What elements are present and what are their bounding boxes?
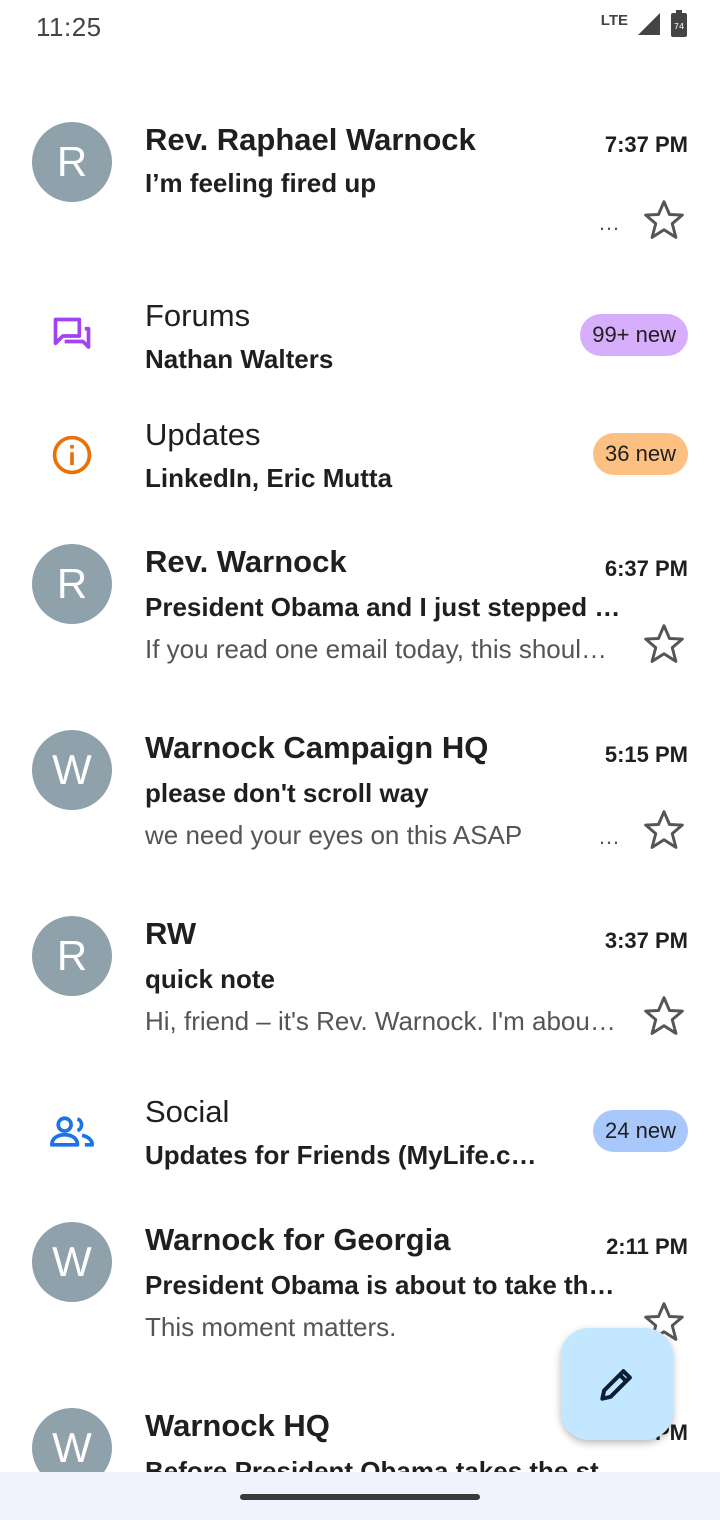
- email-time: 7:37 PM: [604, 132, 688, 157]
- compose-button[interactable]: Compose: [561, 1328, 673, 1440]
- category-row-forums[interactable]: Forums Nathan Walters 99+ new: [0, 292, 720, 392]
- network-type: LTE: [600, 11, 628, 29]
- info-icon: [46, 429, 98, 481]
- people-icon: [46, 1106, 98, 1158]
- new-count-badge: 24 new: [593, 1110, 688, 1152]
- email-preview: we need your eyes on this ASAP: [145, 820, 523, 850]
- avatar[interactable]: R: [32, 122, 112, 202]
- status-icons: LTE 74: [601, 10, 688, 38]
- email-sender: Rev. Raphael Warnock: [145, 122, 476, 157]
- status-time: 11:25: [36, 12, 102, 42]
- email-row[interactable]: R RW 3:37 PM quick note Hi, friend – it'…: [0, 904, 720, 1064]
- email-subject: Before President Obama takes the stage: [145, 1456, 625, 1472]
- inbox-list[interactable]: R Rev. Raphael Warnock 7:37 PM I’m feeli…: [0, 56, 720, 1472]
- category-title: Social: [145, 1094, 230, 1129]
- category-title: Forums: [145, 298, 251, 333]
- email-row[interactable]: W Warnock Campaign HQ 5:15 PM please don…: [0, 718, 720, 878]
- category-title: Updates: [145, 417, 261, 452]
- category-subtitle: Nathan Walters: [145, 344, 334, 374]
- avatar[interactable]: W: [32, 730, 112, 810]
- email-sender: RW: [145, 916, 197, 951]
- email-row[interactable]: R Rev. Raphael Warnock 7:37 PM I’m feeli…: [0, 110, 720, 260]
- star-icon[interactable]: [642, 994, 686, 1038]
- gesture-nav-bar: [0, 1472, 720, 1520]
- email-preview: Hi, friend – it's Rev. Warnock. I'm abou…: [145, 1006, 617, 1036]
- email-subject: President Obama and I just stepped out: [145, 592, 625, 622]
- avatar[interactable]: W: [32, 1222, 112, 1302]
- forum-icon: [46, 310, 98, 362]
- email-subject: please don't scroll way: [145, 778, 429, 808]
- email-preview: This moment matters.: [145, 1312, 397, 1342]
- status-bar: 11:25 LTE 74: [0, 0, 720, 56]
- star-icon[interactable]: [642, 622, 686, 666]
- email-time: 3:37 PM: [604, 928, 688, 953]
- email-ellipsis: …: [598, 824, 620, 849]
- email-subject: President Obama is about to take the sta…: [145, 1270, 625, 1300]
- category-row-social[interactable]: Social Updates for Friends (MyLife.com) …: [0, 1088, 720, 1188]
- battery-icon: 74: [671, 10, 687, 37]
- category-subtitle: LinkedIn, Eric Mutta: [145, 463, 393, 493]
- pencil-icon: [600, 1369, 632, 1401]
- email-row[interactable]: R Rev. Warnock 6:37 PM President Obama a…: [0, 532, 720, 692]
- star-icon[interactable]: [642, 808, 686, 852]
- email-time: 5:15 PM: [604, 742, 688, 767]
- email-time: 2:11 PM: [606, 1234, 688, 1259]
- avatar[interactable]: W: [32, 1408, 112, 1472]
- email-sender: Warnock for Georgia: [145, 1222, 451, 1257]
- battery-level: 74: [674, 22, 684, 31]
- new-count-badge: 36 new: [593, 433, 688, 475]
- signal-icon: [638, 13, 660, 35]
- email-sender: Warnock Campaign HQ: [145, 730, 489, 765]
- email-time: 6:37 PM: [604, 556, 688, 581]
- home-handle[interactable]: [240, 1494, 480, 1500]
- email-sender: Warnock HQ: [145, 1408, 330, 1443]
- email-subject: I’m feeling fired up: [145, 168, 377, 198]
- new-count-badge: 99+ new: [580, 314, 688, 356]
- email-subject: quick note: [145, 964, 276, 994]
- email-sender: Rev. Warnock: [145, 544, 347, 579]
- star-icon[interactable]: [642, 198, 686, 242]
- email-ellipsis: …: [598, 210, 620, 235]
- email-preview: If you read one email today, this should…: [145, 634, 617, 664]
- category-subtitle: Updates for Friends (MyLife.com): [145, 1140, 550, 1170]
- avatar[interactable]: R: [32, 916, 112, 996]
- avatar[interactable]: R: [32, 544, 112, 624]
- category-row-updates[interactable]: Updates LinkedIn, Eric Mutta 36 new: [0, 411, 720, 511]
